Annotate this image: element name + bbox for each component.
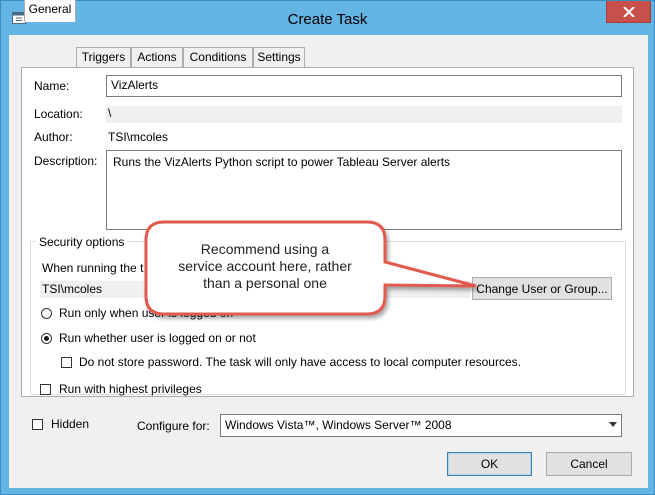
tab-actions[interactable]: Actions xyxy=(131,47,183,68)
do-not-store-password-checkbox[interactable] xyxy=(61,357,72,368)
name-field[interactable]: VizAlerts xyxy=(106,75,622,97)
author-label: Author: xyxy=(34,130,73,144)
highest-privileges-label: Run with highest privileges xyxy=(59,382,202,396)
run-only-logged-on-label: Run only when user is logged on xyxy=(59,306,234,320)
callout-line-2: service account here, rather xyxy=(178,258,352,274)
location-value-bg xyxy=(106,106,622,123)
author-value: TSI\mcoles xyxy=(108,130,169,144)
run-whether-logged-on-radio[interactable] xyxy=(41,333,52,344)
description-label: Description: xyxy=(34,154,98,168)
hidden-checkbox[interactable] xyxy=(32,419,43,430)
do-not-store-password-label: Do not store password. The task will onl… xyxy=(79,355,521,369)
tab-settings[interactable]: Settings xyxy=(253,47,305,68)
security-options-title: Security options xyxy=(36,235,128,249)
user-account-value: TSI\mcoles xyxy=(42,282,103,296)
run-whether-logged-on-label: Run whether user is logged on or not xyxy=(59,331,256,345)
callout-line-3: than a personal one xyxy=(203,275,327,291)
configure-for-label: Configure for: xyxy=(137,419,210,433)
tab-triggers[interactable]: Triggers xyxy=(76,47,131,68)
running-as-label: When running the t xyxy=(42,261,144,275)
configure-for-value: Windows Vista™, Windows Server™ 2008 xyxy=(225,418,452,432)
callout-text: Recommend using a service account here, … xyxy=(150,241,380,292)
title-bar[interactable]: Create Task xyxy=(1,1,654,35)
highest-privileges-checkbox[interactable] xyxy=(40,384,51,395)
cancel-button[interactable]: Cancel xyxy=(546,452,632,476)
configure-for-select[interactable]: Windows Vista™, Windows Server™ 2008 xyxy=(220,414,622,437)
callout-line-1: Recommend using a xyxy=(200,241,330,257)
location-value: \ xyxy=(108,106,112,120)
close-icon xyxy=(622,6,635,17)
description-field[interactable]: Runs the VizAlerts Python script to powe… xyxy=(106,150,622,230)
chevron-down-icon xyxy=(609,422,617,427)
tab-conditions[interactable]: Conditions xyxy=(183,47,253,68)
close-button[interactable] xyxy=(606,1,651,23)
ok-button[interactable]: OK xyxy=(447,452,532,476)
location-label: Location: xyxy=(34,107,83,121)
hidden-label: Hidden xyxy=(51,417,90,431)
name-label: Name: xyxy=(34,79,70,93)
window-title: Create Task xyxy=(287,11,368,28)
tab-general[interactable]: General xyxy=(24,0,76,22)
change-user-button[interactable]: Change User or Group... xyxy=(472,277,612,300)
run-only-logged-on-radio[interactable] xyxy=(41,308,52,319)
